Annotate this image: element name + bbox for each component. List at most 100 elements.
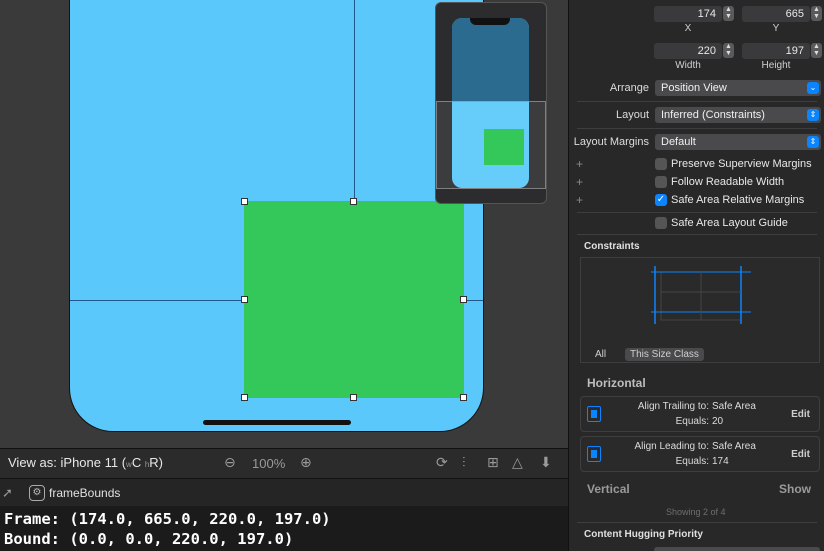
selected-green-view[interactable]: [244, 201, 464, 398]
preserve-superview-margins-checkbox[interactable]: [655, 158, 667, 170]
view-as-device-button[interactable]: View as: iPhone 11 (wC hR): [8, 455, 163, 470]
debug-console[interactable]: Frame: (174.0, 665.0, 220.0, 197.0) Boun…: [0, 506, 568, 551]
constraints-title: Constraints: [584, 241, 640, 252]
scheme-target-icon: ⚙: [29, 485, 45, 501]
vertical-center-guide: [354, 0, 355, 204]
constraint-equals-label: Equals:: [675, 416, 709, 427]
resize-handle-bottom[interactable]: [350, 394, 357, 401]
canvas-minimap[interactable]: [435, 2, 547, 204]
chevron-down-icon: ⌄: [807, 82, 819, 94]
divider: [577, 101, 817, 102]
location-arrow-icon[interactable]: ➚: [2, 485, 13, 501]
safe-area-relative-margins-checkbox[interactable]: ✓: [655, 194, 667, 206]
layout-value: Inferred (Constraints): [661, 109, 765, 121]
constraint-target-value: Safe Area: [712, 401, 756, 412]
y-field[interactable]: 665: [742, 6, 810, 22]
preserve-superview-margins-label: Preserve Superview Margins: [671, 158, 812, 170]
horizontal-section-title: Horizontal: [587, 376, 646, 390]
arrange-popup[interactable]: Position View ⌄: [655, 80, 821, 96]
follow-readable-width-label: Follow Readable Width: [671, 176, 785, 188]
resize-handle-top[interactable]: [350, 198, 357, 205]
refresh-layout-icon[interactable]: ⟳: [436, 454, 448, 471]
divider: [577, 128, 817, 129]
arrange-label: Arrange: [609, 82, 649, 94]
x-stepper[interactable]: ▲ ▼: [723, 6, 734, 21]
canvas-bottom-bar: View as: iPhone 11 (wC hR) ⊖ 100% ⊕ ⟳ ⫶ …: [0, 448, 568, 478]
y-caption: Y: [772, 23, 780, 34]
edit-button[interactable]: Edit: [791, 449, 810, 460]
target-name: frameBounds: [49, 486, 121, 500]
constraint-relation-label: Align Leading to:: [634, 441, 709, 452]
size-inspector: 174 ▲ ▼ 665 ▲ ▼ X Y 220 ▲ ▼ 197 ▲ ▼ Width He…: [568, 0, 824, 551]
embed-in-icon[interactable]: ⬇: [540, 454, 552, 471]
constraint-constant-value: 20: [712, 416, 724, 427]
layout-margins-popup[interactable]: Default ⇕: [655, 134, 821, 150]
resize-handle-bottom-left[interactable]: [241, 394, 248, 401]
constraint-leading-card[interactable]: Align Leading to: Safe Area Equals: 174 …: [580, 436, 820, 472]
zoom-level[interactable]: 100%: [252, 456, 285, 471]
content-hugging-slider-edge: [654, 547, 820, 551]
constraint-equals-label: Equals:: [675, 456, 709, 467]
constraint-trailing-card[interactable]: Align Trailing to: Safe Area Equals: 20 …: [580, 396, 820, 432]
resize-handle-top-left[interactable]: [241, 198, 248, 205]
vertical-showing-count: Showing 2 of 4: [666, 507, 726, 517]
content-hugging-title: Content Hugging Priority: [584, 529, 703, 540]
divider: [577, 234, 817, 235]
height-caption: Height: [761, 60, 791, 71]
divider: [577, 522, 817, 523]
console-line-frame: Frame: (174.0, 665.0, 220.0, 197.0): [4, 510, 331, 528]
x-caption: X: [684, 23, 692, 34]
view-as-label: View as: iPhone 11 (: [8, 455, 127, 470]
constraint-relation-label: Align Trailing to:: [637, 401, 709, 412]
width-stepper[interactable]: ▲ ▼: [723, 43, 734, 58]
add-variation-icon[interactable]: +: [576, 157, 583, 171]
layout-popup[interactable]: Inferred (Constraints) ⇕: [655, 107, 821, 123]
safe-area-relative-margins-label: Safe Area Relative Margins: [671, 194, 805, 206]
tab-this-size-class[interactable]: This Size Class: [625, 348, 704, 361]
safe-area-layout-guide-label: Safe Area Layout Guide: [671, 217, 788, 229]
resolve-issues-icon[interactable]: △: [512, 454, 523, 471]
size-class-r: R): [149, 455, 164, 470]
size-class-c: C: [131, 455, 142, 470]
width-caption: Width: [675, 60, 701, 71]
width-field[interactable]: 220: [654, 43, 722, 59]
height-stepper[interactable]: ▲ ▼: [811, 43, 822, 58]
vertical-section-title: Vertical: [587, 482, 630, 496]
stepper-chevron-icon: ⇕: [807, 109, 819, 121]
constraint-constant-value: 174: [712, 456, 729, 467]
resize-handle-left[interactable]: [241, 296, 248, 303]
x-field[interactable]: 174: [654, 6, 722, 22]
arrange-value: Position View: [661, 82, 727, 94]
constraints-diagram-graphic: [651, 266, 751, 324]
interface-builder-canvas[interactable]: [0, 0, 568, 448]
layout-margins-value: Default: [661, 136, 696, 148]
add-variation-icon[interactable]: +: [576, 193, 583, 207]
resize-handle-bottom-right[interactable]: [460, 394, 467, 401]
resize-handle-right[interactable]: [460, 296, 467, 303]
add-constraints-icon[interactable]: ⊞: [487, 454, 499, 471]
divider: [577, 212, 817, 213]
safe-area-layout-guide-checkbox[interactable]: [655, 217, 667, 229]
home-indicator: [203, 420, 351, 425]
layout-margins-label: Layout Margins: [573, 136, 649, 148]
layout-label: Layout: [615, 109, 649, 121]
add-variation-icon[interactable]: +: [576, 175, 583, 189]
vertical-show-button[interactable]: Show: [779, 482, 811, 496]
console-line-bound: Bound: (0.0, 0.0, 220.0, 197.0): [4, 530, 294, 548]
constraint-trailing-icon: [587, 406, 601, 422]
constraint-leading-icon: [587, 446, 601, 462]
height-field[interactable]: 197: [742, 43, 810, 59]
zoom-in-icon[interactable]: ⊕: [300, 454, 312, 471]
debug-bar: ➚ ⚙ frameBounds: [0, 478, 568, 506]
edit-button[interactable]: Edit: [791, 409, 810, 420]
zoom-out-icon[interactable]: ⊖: [224, 454, 236, 471]
stepper-chevron-icon: ⇕: [807, 136, 819, 148]
minimap-green-view: [484, 129, 524, 165]
tab-all[interactable]: All: [590, 348, 611, 361]
minimap-offscreen-area: [452, 18, 529, 102]
align-icon[interactable]: ⫶: [462, 454, 466, 471]
follow-readable-width-checkbox[interactable]: [655, 176, 667, 188]
constraint-target-value: Safe Area: [712, 441, 756, 452]
y-stepper[interactable]: ▲ ▼: [811, 6, 822, 21]
minimap-notch: [470, 18, 510, 25]
